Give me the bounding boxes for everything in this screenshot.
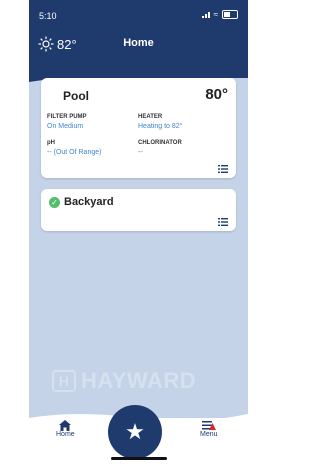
pool-name: Pool [63, 89, 89, 103]
status-time: 5:10 [39, 11, 57, 21]
pool-card[interactable]: Pool 80° FILTER PUMP On Medium HEATER He… [41, 78, 236, 178]
signal-icon [201, 11, 210, 18]
backyard-name: Backyard [64, 196, 114, 208]
check-icon: ✓ [49, 197, 60, 208]
tab-menu[interactable]: Menu [200, 420, 218, 438]
list-icon[interactable] [218, 218, 228, 226]
menu-alert-icon [201, 421, 216, 430]
status-icons: ≈ [201, 10, 238, 19]
tab-home-label: Home [56, 431, 75, 438]
app-screen: 5:10 ≈ 82° Home Pool 80° FILTER PUMP On … [29, 0, 248, 464]
home-indicator[interactable] [111, 457, 167, 460]
filter-pump-value[interactable]: On Medium [47, 123, 83, 130]
chlorinator-value[interactable]: -- [138, 149, 143, 156]
hayward-logo-mark [52, 370, 76, 392]
pool-temperature: 80° [205, 86, 228, 103]
ph-value[interactable]: -- (Out Of Range) [47, 149, 101, 156]
star-icon: ★ [125, 419, 145, 444]
chlorinator-label: CHLORINATOR [138, 140, 182, 146]
home-icon [59, 420, 72, 431]
heater-value[interactable]: Heating to 82° [138, 123, 182, 130]
wifi-icon: ≈ [213, 10, 218, 19]
tab-home[interactable]: Home [56, 420, 75, 438]
favorites-button[interactable]: ★ [108, 405, 162, 459]
page-title: Home [123, 37, 154, 49]
hayward-logo: HAYWARD [52, 368, 196, 394]
filter-pump-label: FILTER PUMP [47, 114, 87, 120]
ph-label: pH [47, 140, 55, 146]
backyard-card[interactable]: ✓ Backyard [41, 189, 236, 231]
list-icon[interactable] [218, 165, 228, 173]
hayward-logo-text: HAYWARD [81, 368, 197, 393]
battery-icon [222, 10, 238, 19]
tab-menu-label: Menu [200, 431, 218, 438]
heater-label: HEATER [138, 114, 163, 120]
